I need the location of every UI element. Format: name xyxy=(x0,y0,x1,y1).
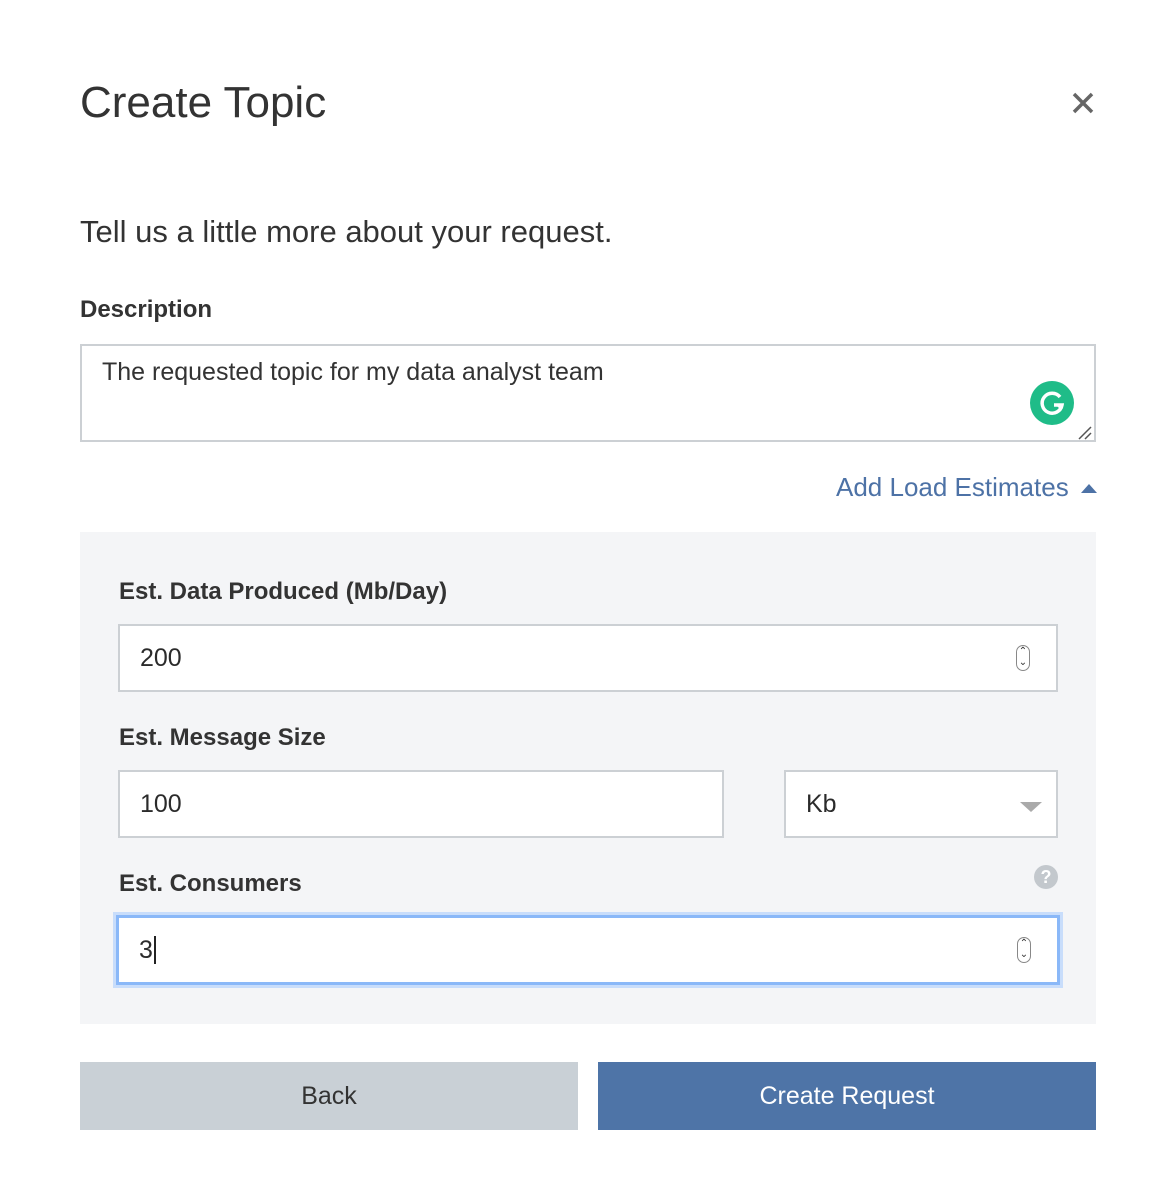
intro-text: Tell us a little more about your request… xyxy=(80,214,613,249)
description-textarea[interactable]: The requested topic for my data analyst … xyxy=(80,344,1096,442)
dropdown-arrow-icon xyxy=(1020,802,1042,812)
description-label: Description xyxy=(80,296,213,323)
close-icon[interactable] xyxy=(1066,86,1100,120)
create-request-button[interactable]: Create Request xyxy=(598,1062,1096,1130)
message-size-value: 100 xyxy=(140,789,182,818)
back-button[interactable]: Back xyxy=(80,1062,578,1130)
caret-up-icon[interactable] xyxy=(1081,484,1097,493)
message-size-input[interactable]: 100 xyxy=(118,770,724,838)
stepper-icon[interactable]: ⌃ ⌄ xyxy=(1017,937,1031,963)
message-size-label: Est. Message Size xyxy=(119,724,326,751)
resize-handle-icon[interactable] xyxy=(1076,424,1092,440)
data-produced-input[interactable]: 200 ⌃ ⌄ xyxy=(118,624,1058,692)
help-icon[interactable]: ? xyxy=(1034,865,1058,889)
stepper-icon[interactable]: ⌃ ⌄ xyxy=(1016,645,1030,671)
grammarly-icon[interactable] xyxy=(1030,381,1074,425)
consumers-value: 3 xyxy=(139,935,153,964)
consumers-input[interactable]: 3 ⌃ ⌄ xyxy=(116,915,1060,985)
add-load-estimates-link[interactable]: Add Load Estimates xyxy=(836,472,1069,503)
data-produced-value: 200 xyxy=(140,643,182,672)
dialog-title: Create Topic xyxy=(80,78,327,127)
consumers-label: Est. Consumers xyxy=(119,870,302,897)
message-size-unit-select[interactable]: Kb xyxy=(784,770,1058,838)
text-cursor xyxy=(153,936,156,964)
unit-value: Kb xyxy=(806,789,837,818)
data-produced-label: Est. Data Produced (Mb/Day) xyxy=(119,578,448,605)
